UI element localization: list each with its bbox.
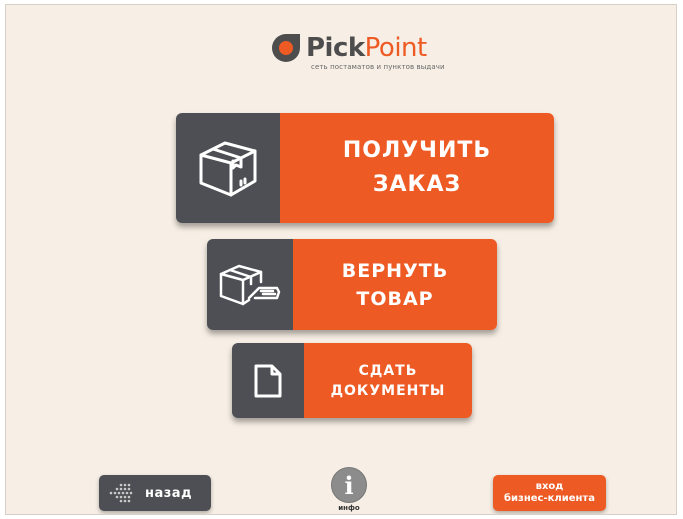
business-login-line1: вход [535, 481, 564, 492]
info-glyph: i [344, 470, 354, 500]
back-button[interactable]: назад [99, 475, 211, 511]
back-button-label: назад [145, 485, 193, 501]
brand-tagline: сеть постаматов и пунктов выдачи [311, 63, 445, 71]
pickpoint-logo-icon [272, 34, 300, 62]
receive-order-button[interactable]: ПОЛУЧИТЬ ЗАКАЗ [176, 113, 554, 223]
submit-documents-label: СДАТЬ ДОКУМЕНТЫ [304, 343, 472, 418]
info-label: инфо [338, 504, 360, 512]
info-icon: i [331, 467, 367, 503]
business-login-line2: бизнес-клиента [504, 493, 595, 504]
receive-order-label: ПОЛУЧИТЬ ЗАКАЗ [280, 113, 554, 223]
kiosk-screen: PickPoint сеть постаматов и пунктов выда… [5, 4, 677, 515]
info-button[interactable]: i инфо [331, 467, 367, 513]
back-arrow-icon [109, 483, 133, 503]
package-box-icon [199, 141, 257, 197]
return-item-line1: ВЕРНУТЬ [341, 259, 449, 282]
brand-point: Point [364, 33, 428, 63]
return-item-icon-cell [207, 239, 293, 330]
return-item-button[interactable]: ВЕРНУТЬ ТОВАР [207, 239, 497, 330]
brand-pick: Pick [306, 33, 365, 63]
submit-documents-button[interactable]: СДАТЬ ДОКУМЕНТЫ [232, 343, 472, 418]
submit-documents-icon-cell [232, 343, 304, 418]
document-icon [254, 364, 282, 397]
return-item-label: ВЕРНУТЬ ТОВАР [293, 239, 497, 330]
receive-order-icon-cell [176, 113, 280, 223]
pickpoint-logo: PickPoint сеть постаматов и пунктов выда… [268, 31, 468, 79]
receive-order-line1: ПОЛУЧИТЬ [342, 138, 492, 163]
business-client-login-button[interactable]: вход бизнес-клиента [493, 475, 606, 511]
submit-documents-line1: СДАТЬ [358, 362, 418, 379]
return-package-hand-icon [219, 264, 281, 305]
return-item-line2: ТОВАР [356, 287, 434, 310]
brand-name: PickPoint [306, 31, 427, 65]
receive-order-line2: ЗАКАЗ [372, 172, 462, 197]
submit-documents-line2: ДОКУМЕНТЫ [330, 382, 446, 399]
